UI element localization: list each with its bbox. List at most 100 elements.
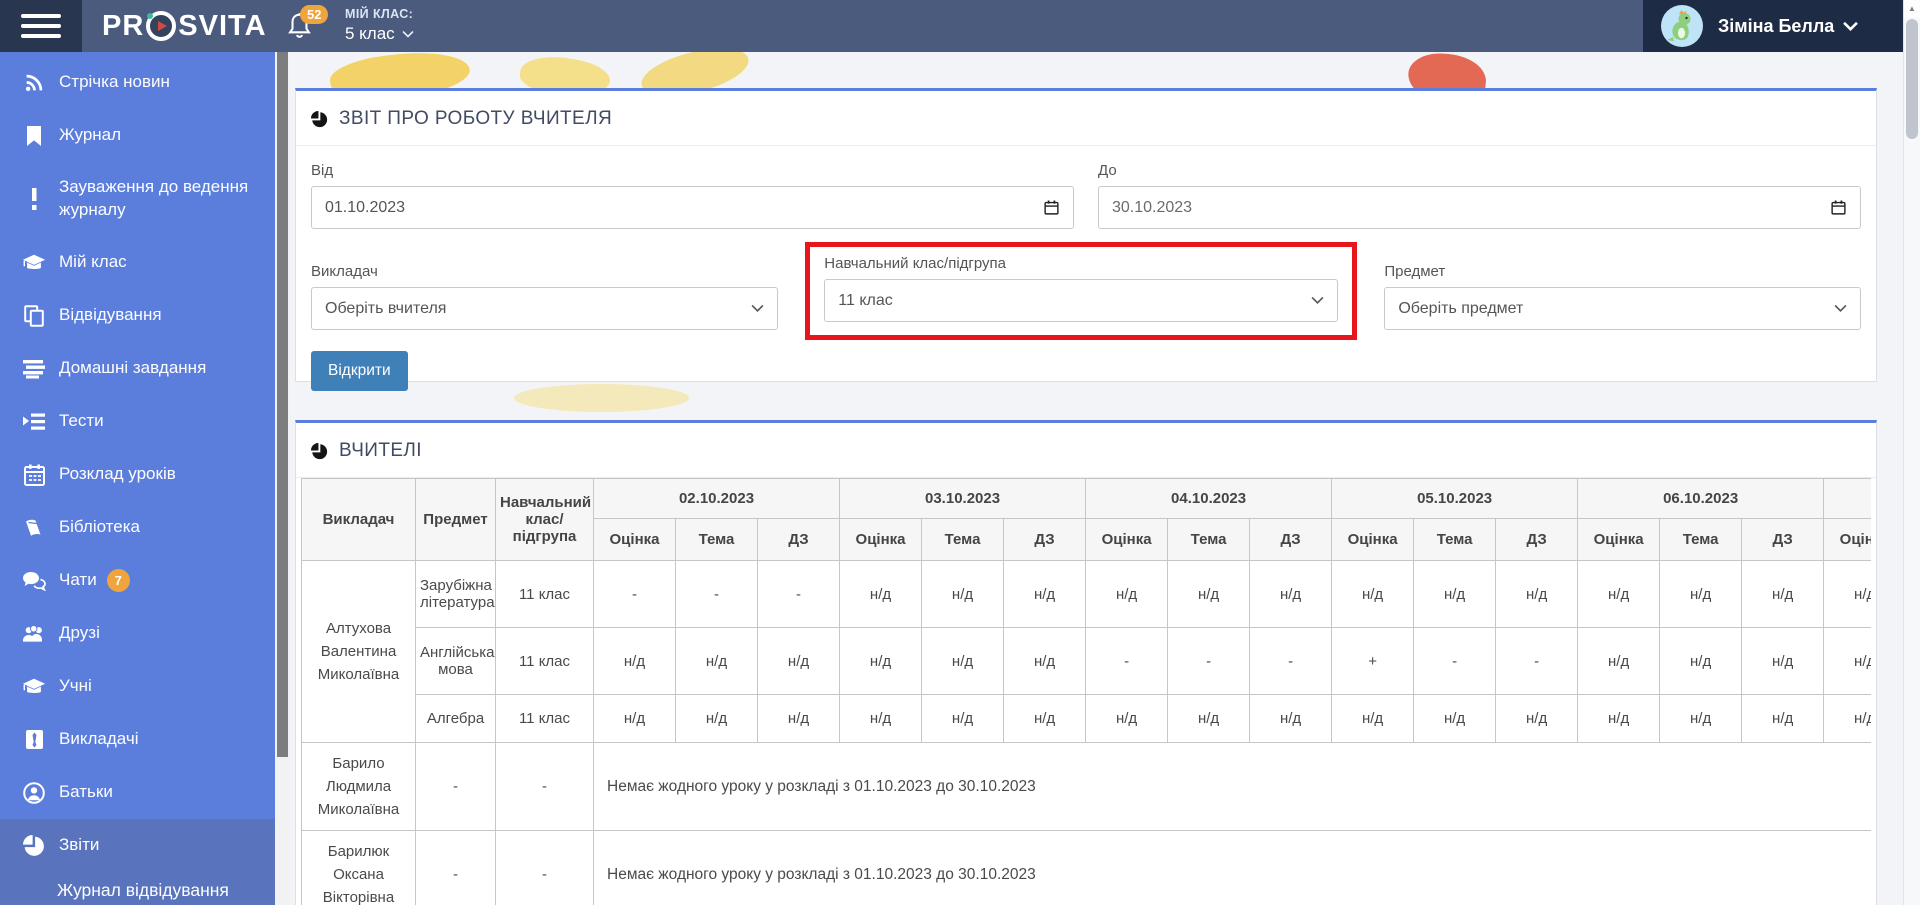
- sidebar-item-friends[interactable]: Друзі: [0, 607, 275, 660]
- app-screen: PR SVITA 52 МІЙ КЛАС: 5 клас Зіміна Белл…: [0, 0, 1920, 905]
- sidebar-submenu-zone: Журнал відвідування: [0, 872, 275, 905]
- page-scrollbar-thumb[interactable]: [1906, 19, 1918, 139]
- date-group-header: 02.10.2023: [592, 478, 841, 519]
- teacher-name-cell: Барило Людмила Миколаївна: [301, 742, 416, 831]
- teacher-select[interactable]: Оберіть вчителя: [311, 287, 779, 330]
- value-cell: н/д: [1577, 694, 1661, 743]
- value-cell: н/д: [1495, 560, 1579, 628]
- from-date-label: Від: [311, 162, 334, 179]
- value-cell: н/д: [921, 627, 1005, 695]
- teachers-card-header: ВЧИТЕЛІ: [296, 423, 1876, 478]
- brand-logo[interactable]: PR SVITA: [102, 0, 267, 52]
- page-scrollbar[interactable]: ▲: [1903, 0, 1920, 905]
- sidebar-item-label: Чати: [59, 570, 97, 590]
- sidebar-item-my-class[interactable]: Мій клас: [0, 236, 275, 289]
- report-card-header: ЗВІТ ПРО РОБОТУ ВЧИТЕЛЯ: [296, 91, 1876, 146]
- column-header-subject: Предмет: [415, 478, 496, 561]
- class-select[interactable]: 11 клас: [824, 279, 1339, 322]
- value-cell: н/д: [1085, 560, 1169, 628]
- notifications-button[interactable]: 52: [286, 5, 332, 47]
- subcolumn-header-grade: Оцінка: [839, 518, 923, 561]
- sidebar-item-label: Розклад уроків: [59, 464, 176, 484]
- subcolumn-header-topic: Тема: [675, 518, 758, 561]
- subject-cell: Англійська мова: [415, 627, 496, 695]
- value-cell: н/д: [1823, 560, 1871, 628]
- class-group-cell: 11 клас: [495, 694, 594, 743]
- exclamation-icon: [22, 188, 46, 210]
- sidebar-item-library[interactable]: Бібліотека: [0, 501, 275, 554]
- pages-icon: [22, 304, 46, 327]
- my-class-dropdown[interactable]: МІЙ КЛАС: 5 клас: [345, 7, 414, 44]
- value-cell: н/д: [1331, 694, 1415, 743]
- value-cell: -: [1085, 627, 1169, 695]
- value-cell: -: [593, 560, 676, 628]
- value-cell: н/д: [1331, 560, 1415, 628]
- value-cell: н/д: [839, 694, 923, 743]
- date-group-header: 04.10.2023: [1085, 478, 1333, 519]
- value-cell: н/д: [839, 627, 923, 695]
- open-report-button[interactable]: Відкрити: [311, 351, 408, 391]
- sidebar-item-label: Бібліотека: [59, 517, 140, 537]
- user-menu[interactable]: Зіміна Белла: [1643, 0, 1903, 52]
- sidebar-item-label: Тести: [59, 411, 104, 431]
- sidebar-item-homework[interactable]: Домашні завдання: [0, 342, 275, 395]
- scroll-up-arrow-icon[interactable]: ▲: [1904, 0, 1920, 17]
- sidebar-item-students[interactable]: Учні: [0, 660, 275, 713]
- sidebar-item-chats[interactable]: Чати 7: [0, 554, 275, 607]
- value-cell: н/д: [1577, 627, 1661, 695]
- sidebar-item-label: Відвідування: [59, 305, 162, 325]
- dino-avatar-image: [1667, 10, 1691, 42]
- date-group-header: 05.10.2023: [1331, 478, 1579, 519]
- from-date-input[interactable]: 01.10.2023: [311, 186, 1074, 229]
- subject-select-label: Предмет: [1384, 263, 1446, 280]
- sidebar-item-schedule[interactable]: Розклад уроків: [0, 448, 275, 501]
- main-content: ЗВІТ ПРО РОБОТУ ВЧИТЕЛЯ Від 01.10.2023 Д…: [290, 52, 1903, 905]
- sidebar-item-attendance[interactable]: Відвідування: [0, 289, 275, 342]
- user-name: Зіміна Белла: [1718, 15, 1835, 36]
- value-cell: н/д: [756, 627, 841, 695]
- highlight-red-box: Навчальний клас/підгрупа 11 клас: [805, 242, 1358, 340]
- sidebar-item-label: Стрічка новин: [59, 72, 170, 92]
- sidebar-item-parents[interactable]: Батьки: [0, 766, 275, 819]
- sidebar-item-tests[interactable]: Тести: [0, 395, 275, 448]
- table-row: Алгебра 11 клас н/д н/д н/д н/д н/д н/д н/д н/д н/…: [302, 694, 1871, 743]
- calendar-icon: [1831, 200, 1846, 215]
- sidebar-subitem-attendance-journal[interactable]: Журнал відвідування: [57, 880, 267, 901]
- subcolumn-header-topic: Тема: [1167, 518, 1251, 561]
- value-cell: н/д: [1249, 694, 1333, 743]
- sidebar-item-label: Викладачі: [59, 729, 139, 749]
- subcolumn-header-homework: ДЗ: [756, 518, 841, 561]
- no-lessons-message-cell: Немає жодного уроку у розкладі з 01.10.2…: [592, 742, 1871, 831]
- book-icon: [22, 517, 46, 539]
- teachers-table-card: ВЧИТЕЛІ Викладач Предмет Навчальний клас/ …: [295, 420, 1877, 905]
- column-header-class-group: Навчальний клас/ підгрупа: [495, 478, 594, 561]
- value-cell: н/д: [1413, 694, 1497, 743]
- hamburger-menu-button[interactable]: [0, 0, 82, 52]
- tasks-icon: [22, 412, 46, 432]
- subject-select[interactable]: Оберіть предмет: [1384, 287, 1861, 330]
- sidebar-item-reports[interactable]: Звіти: [0, 819, 275, 872]
- value-cell: н/д: [921, 560, 1005, 628]
- class-select-group: Навчальний клас/підгрупа 11 клас: [805, 242, 1358, 340]
- my-class-label: МІЙ КЛАС:: [345, 7, 414, 21]
- subject-cell: -: [415, 830, 496, 905]
- rss-icon: [22, 72, 46, 94]
- sidebar-item-teachers[interactable]: Викладачі: [0, 713, 275, 766]
- date-group-header: 06.10.2023: [1577, 478, 1825, 519]
- chat-icon: [22, 571, 46, 591]
- to-date-input[interactable]: 30.10.2023: [1098, 186, 1861, 229]
- value-cell: н/д: [1003, 627, 1087, 695]
- sidebar-item-label: Батьки: [59, 782, 113, 802]
- subcolumn-header-grade: Оцінка: [1577, 518, 1661, 561]
- sidebar-item-journal-remarks[interactable]: Зауваження до ведення журналу: [0, 162, 275, 236]
- teachers-card-title: ВЧИТЕЛІ: [339, 440, 422, 461]
- sidebar-scrollbar-thumb[interactable]: [277, 52, 288, 757]
- sidebar-scrollbar[interactable]: [275, 52, 290, 905]
- subject-cell: -: [415, 742, 496, 831]
- sidebar-item-news-feed[interactable]: Стрічка новин: [0, 56, 275, 109]
- class-group-cell: 11 клас: [495, 627, 594, 695]
- value-cell: н/д: [921, 694, 1005, 743]
- sidebar-item-journal[interactable]: Журнал: [0, 109, 275, 162]
- sidebar-item-label: Зауваження до ведення журналу: [59, 177, 249, 219]
- teachers-table: Викладач Предмет Навчальний клас/ підгрупа…: [301, 478, 1871, 905]
